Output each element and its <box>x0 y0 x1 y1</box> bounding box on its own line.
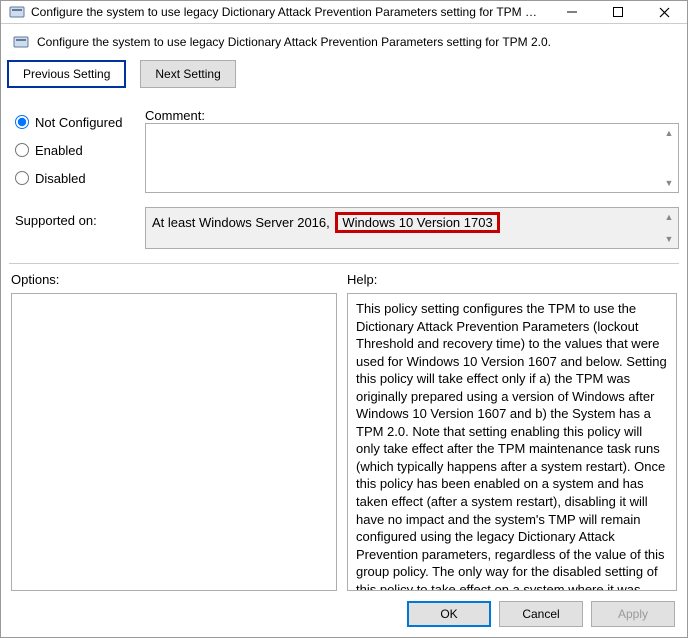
scroll-up-icon[interactable]: ▲ <box>661 209 677 225</box>
apply-button: Apply <box>591 601 675 627</box>
scroll-down-icon[interactable]: ▼ <box>661 231 677 247</box>
previous-setting-button[interactable]: Previous Setting <box>7 60 126 88</box>
cancel-button[interactable]: Cancel <box>499 601 583 627</box>
help-text: This policy setting configures the TPM t… <box>356 301 667 591</box>
radio-not-configured[interactable]: Not Configured <box>15 108 135 136</box>
supported-on-box: At least Windows Server 2016, Windows 10… <box>145 207 679 249</box>
separator <box>9 263 679 264</box>
radio-enabled[interactable]: Enabled <box>15 136 135 164</box>
comment-textarea[interactable]: ▲ ▼ <box>145 123 679 193</box>
help-label: Help: <box>347 272 677 287</box>
window-title: Configure the system to use legacy Dicti… <box>31 5 549 19</box>
subtitle-row: Configure the system to use legacy Dicti… <box>1 24 687 56</box>
radio-label: Disabled <box>35 171 86 186</box>
comment-label: Comment: <box>145 102 679 123</box>
subtitle-text: Configure the system to use legacy Dicti… <box>37 35 551 49</box>
radio-label: Not Configured <box>35 115 122 130</box>
supported-on-label: Supported on: <box>15 207 145 249</box>
policy-icon <box>13 34 29 50</box>
radio-enabled-input[interactable] <box>15 143 29 157</box>
supported-prefix: At least Windows Server 2016, <box>152 215 330 230</box>
maximize-button[interactable] <box>595 1 641 23</box>
options-label: Options: <box>11 272 337 287</box>
policy-icon <box>9 4 25 20</box>
title-bar: Configure the system to use legacy Dicti… <box>1 1 687 24</box>
help-text-box[interactable]: This policy setting configures the TPM t… <box>347 293 677 591</box>
radio-not-configured-input[interactable] <box>15 115 29 129</box>
radio-label: Enabled <box>35 143 83 158</box>
supported-highlight: Windows 10 Version 1703 <box>335 212 499 233</box>
next-setting-button[interactable]: Next Setting <box>140 60 235 88</box>
radio-disabled[interactable]: Disabled <box>15 164 135 192</box>
ok-button[interactable]: OK <box>407 601 491 627</box>
radio-disabled-input[interactable] <box>15 171 29 185</box>
scroll-down-icon[interactable]: ▼ <box>661 175 677 191</box>
scroll-up-icon[interactable]: ▲ <box>661 125 677 141</box>
minimize-button[interactable] <box>549 1 595 23</box>
close-button[interactable] <box>641 1 687 23</box>
options-box <box>11 293 337 591</box>
